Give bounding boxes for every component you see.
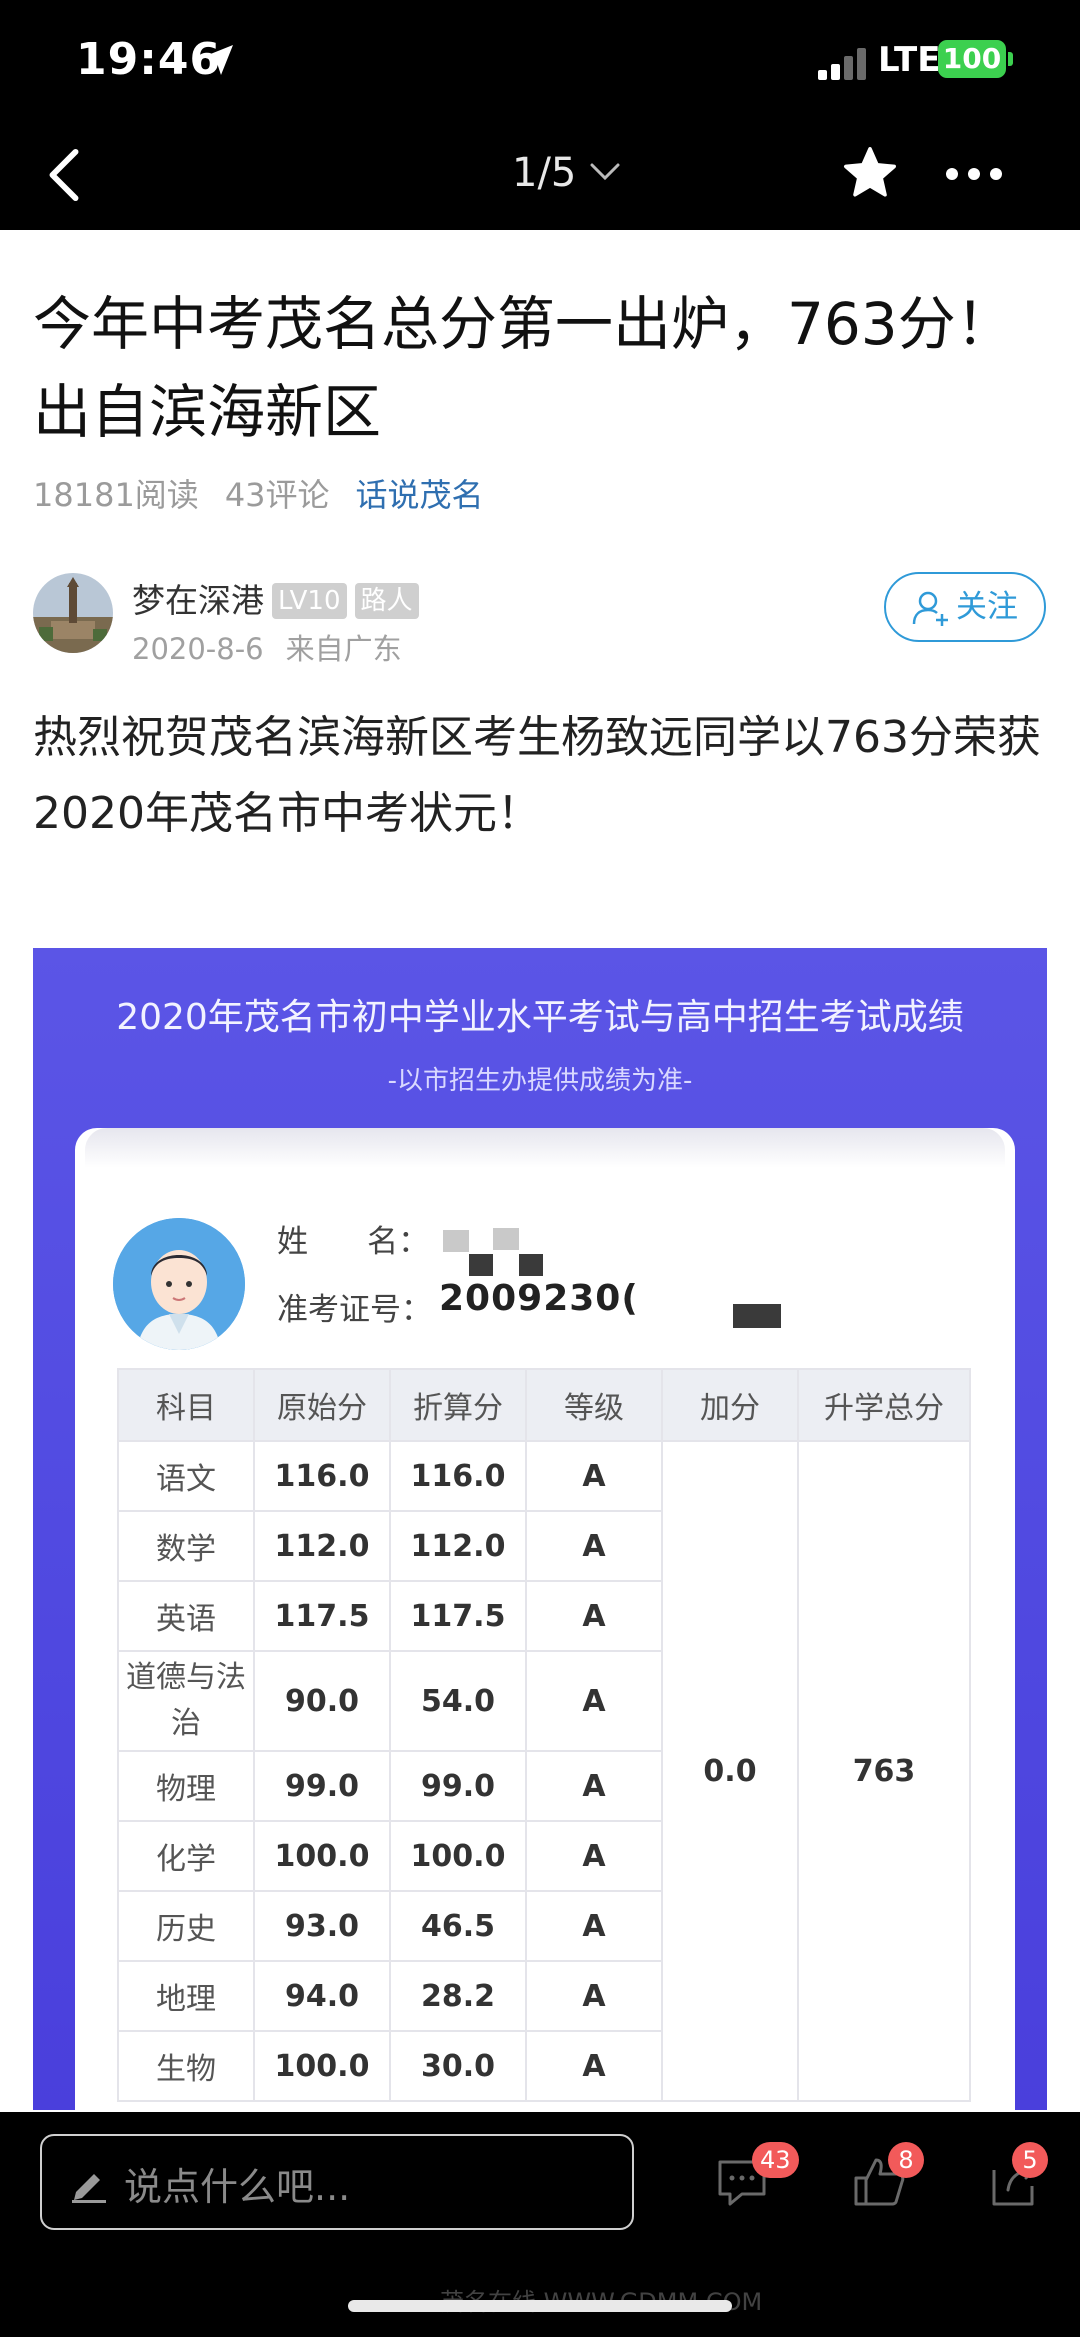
- student-avatar: [113, 1218, 245, 1350]
- battery-nub: [1008, 52, 1013, 66]
- grade-cell: A: [525, 2030, 663, 2102]
- subject-cell: 地理: [117, 1960, 255, 2032]
- converted-score-cell: 30.0: [389, 2030, 527, 2102]
- grade-cell: A: [525, 1650, 663, 1752]
- subject-cell: 道德与法治: [117, 1650, 255, 1752]
- article-title: 今年中考茂名总分第一出炉，763分！出自滨海新区: [33, 290, 1014, 446]
- author-line: 梦在深港 LV10 路人: [132, 574, 419, 622]
- subject-cell: 化学: [117, 1820, 255, 1892]
- name-label: 姓 名：: [277, 1224, 430, 1260]
- raw-score-cell: 99.0: [253, 1750, 391, 1822]
- column-header: 原始分: [253, 1368, 391, 1442]
- subject-cell: 语文: [117, 1440, 255, 1512]
- subject-cell: 生物: [117, 2030, 255, 2102]
- like-count-badge: 8: [888, 2142, 924, 2178]
- grade-cell: A: [525, 1960, 663, 2032]
- author-name[interactable]: 梦在深港: [132, 581, 264, 620]
- avatar[interactable]: [33, 573, 113, 653]
- exam-id-label: 准考证号：: [277, 1292, 432, 1328]
- network-type: LTE: [878, 40, 941, 80]
- comment-input[interactable]: 说点什么吧...: [40, 2134, 634, 2230]
- redaction-block: [519, 1254, 543, 1276]
- share-count-badge: 5: [1012, 2142, 1048, 2178]
- column-header: 升学总分: [797, 1368, 971, 1442]
- location-arrow-icon: [203, 45, 233, 75]
- converted-score-cell: 46.5: [389, 1890, 527, 1962]
- score-report-title: 2020年茂名市初中学业水平考试与高中招生考试成绩: [116, 997, 964, 1038]
- redaction-block: [733, 1304, 781, 1328]
- column-header: 科目: [117, 1368, 255, 1442]
- converted-score-cell: 28.2: [389, 1960, 527, 2032]
- converted-score-cell: 116.0: [389, 1440, 527, 1512]
- column-header: 折算分: [389, 1368, 527, 1442]
- converted-score-cell: 100.0: [389, 1820, 527, 1892]
- level-badge: LV10: [272, 583, 347, 619]
- grade-cell: A: [525, 1750, 663, 1822]
- raw-score-cell: 100.0: [253, 1820, 391, 1892]
- raw-score-cell: 90.0: [253, 1650, 391, 1752]
- article-meta: 18181阅读 43评论 话说茂名: [33, 470, 484, 516]
- top-bar: 19:46 LTE 100 1/5: [0, 0, 1080, 230]
- column-header: 等级: [525, 1368, 663, 1442]
- score-table: 科目 原始分 折算分 等级 加分 升学总分 语文 116.0 116.0 A 0…: [117, 1368, 971, 2102]
- raw-score-cell: 117.5: [253, 1580, 391, 1652]
- card-shadow: [85, 1128, 1005, 1168]
- raw-score-cell: 93.0: [253, 1890, 391, 1962]
- table-row: 语文 116.0 116.0 A 0.0 763: [117, 1440, 971, 2102]
- comment-placeholder: 说点什么吧...: [124, 2165, 351, 2209]
- comment-count-badge: 43: [752, 2142, 799, 2178]
- role-badge: 路人: [354, 583, 419, 619]
- star-icon[interactable]: [840, 144, 900, 202]
- raw-score-cell: 112.0: [253, 1510, 391, 1582]
- post-date: 2020-8-6: [132, 632, 264, 666]
- raw-score-cell: 116.0: [253, 1440, 391, 1512]
- converted-score-cell: 117.5: [389, 1580, 527, 1652]
- subject-cell: 物理: [117, 1750, 255, 1822]
- avatar-image: [33, 573, 113, 653]
- comment-count[interactable]: 43评论: [225, 476, 330, 514]
- redaction-block: [469, 1254, 493, 1276]
- raw-score-cell: 100.0: [253, 2030, 391, 2102]
- signal-icon: [818, 46, 868, 80]
- redaction-block: [443, 1230, 469, 1252]
- subject-cell: 历史: [117, 1890, 255, 1962]
- follow-label: 关注: [956, 589, 1018, 625]
- raw-score-cell: 94.0: [253, 1960, 391, 2032]
- read-count: 18181阅读: [33, 476, 199, 514]
- author-subline: 2020-8-6 来自广东: [132, 626, 402, 668]
- grade-cell: A: [525, 1820, 663, 1892]
- add-user-icon: [912, 591, 948, 626]
- more-options-icon[interactable]: [946, 168, 1004, 182]
- follow-button[interactable]: 关注: [884, 572, 1046, 642]
- back-arrow-icon[interactable]: [44, 148, 84, 202]
- score-report-image[interactable]: 2020年茂名市初中学业水平考试与高中招生考试成绩 -以市招生办提供成绩为准- …: [33, 948, 1047, 2110]
- grade-cell: A: [525, 1890, 663, 1962]
- student-avatar-image: [113, 1218, 245, 1350]
- battery-indicator: 100: [938, 40, 1006, 78]
- page-indicator[interactable]: 1/5: [512, 150, 576, 196]
- topic-link[interactable]: 话说茂名: [356, 476, 484, 514]
- converted-score-cell: 99.0: [389, 1750, 527, 1822]
- converted-score-cell: 112.0: [389, 1510, 527, 1582]
- home-indicator[interactable]: [348, 2300, 732, 2312]
- total-score-cell: 763: [797, 1440, 971, 2102]
- subject-cell: 英语: [117, 1580, 255, 1652]
- grade-cell: A: [525, 1580, 663, 1652]
- grade-cell: A: [525, 1440, 663, 1512]
- redaction-block: [493, 1228, 519, 1250]
- article-body: 热烈祝贺茂名滨海新区考生杨致远同学以763分荣获2020年茂名市中考状元！: [33, 712, 1041, 839]
- pencil-icon: [72, 2174, 106, 2203]
- table-header-row: 科目 原始分 折算分 等级 加分 升学总分: [117, 1368, 971, 1442]
- post-location: 来自广东: [285, 632, 402, 666]
- bonus-cell: 0.0: [661, 1440, 799, 2102]
- column-header: 加分: [661, 1368, 799, 1442]
- grade-cell: A: [525, 1510, 663, 1582]
- converted-score-cell: 54.0: [389, 1650, 527, 1752]
- score-report-subtitle: -以市招生办提供成绩为准-: [387, 1066, 693, 1096]
- chevron-down-icon[interactable]: [588, 160, 622, 184]
- exam-id-value: 2009230(: [439, 1278, 639, 1319]
- subject-cell: 数学: [117, 1510, 255, 1582]
